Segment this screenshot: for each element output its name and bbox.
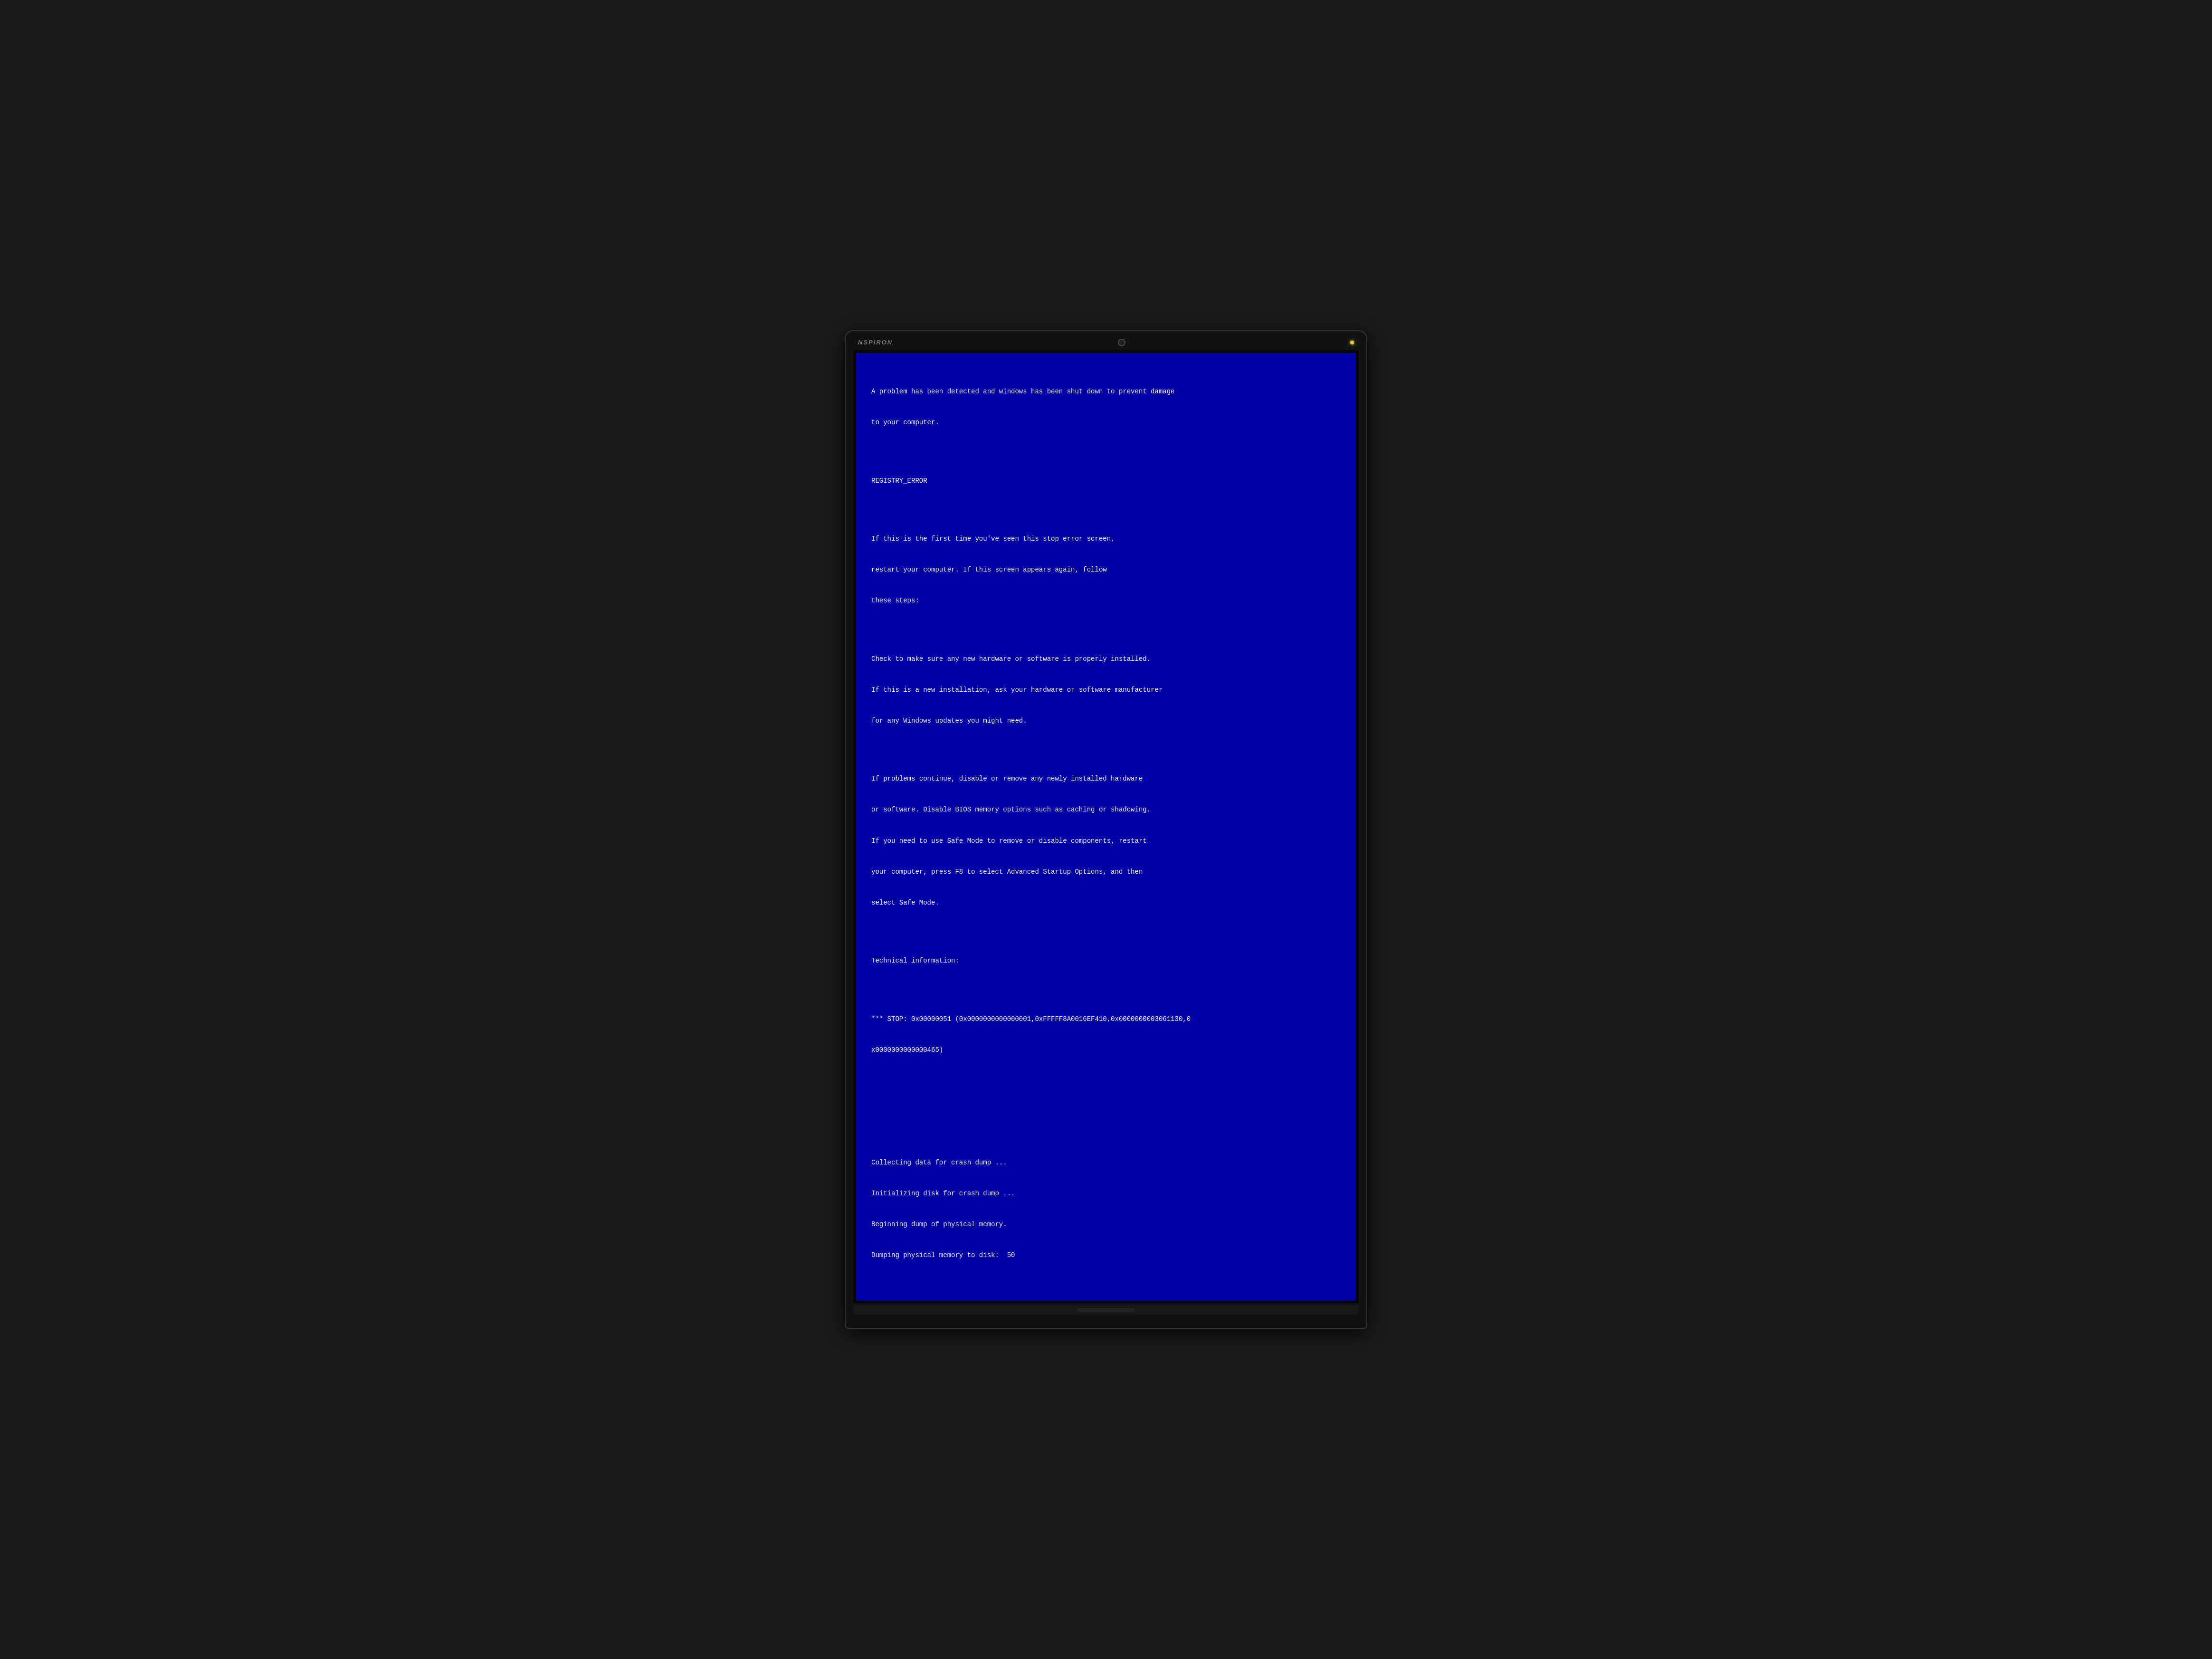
bsod-line-15: or software. Disable BIOS memory options… xyxy=(871,805,1341,815)
bsod-line-28: Initializing disk for crash dump ... xyxy=(871,1189,1341,1199)
bsod-line-1: A problem has been detected and windows … xyxy=(871,387,1341,397)
bsod-screen: A problem has been detected and windows … xyxy=(856,353,1356,1300)
bsod-content: A problem has been detected and windows … xyxy=(871,366,1341,1281)
bsod-line-4: REGISTRY_ERROR xyxy=(871,476,1341,486)
bsod-spacer-4 xyxy=(871,747,1341,753)
bsod-line-20: Technical information: xyxy=(871,956,1341,966)
screen-bezel: A problem has been detected and windows … xyxy=(853,350,1359,1303)
bsod-line-10: Check to make sure any new hardware or s… xyxy=(871,654,1341,665)
laptop-body: NSPIRON A problem has been detected and … xyxy=(845,330,1367,1329)
bsod-spacer-6 xyxy=(871,987,1341,993)
bsod-line-7: restart your computer. If this screen ap… xyxy=(871,565,1341,575)
bsod-line-22: *** STOP: 0x00000051 (0x0000000000000001… xyxy=(871,1014,1341,1025)
bsod-line-8: these steps: xyxy=(871,596,1341,606)
power-indicator-icon xyxy=(1350,341,1354,344)
bsod-line-23: x0000000000000465) xyxy=(871,1045,1341,1056)
bsod-line-27: Collecting data for crash dump ... xyxy=(871,1158,1341,1168)
laptop-top-bar: NSPIRON xyxy=(853,339,1359,346)
bsod-line-14: If problems continue, disable or remove … xyxy=(871,774,1341,784)
bsod-line-2: to your computer. xyxy=(871,418,1341,428)
bsod-line-17: your computer, press F8 to select Advanc… xyxy=(871,867,1341,877)
bsod-spacer-2 xyxy=(871,507,1341,514)
laptop-bottom-edge xyxy=(853,1305,1359,1315)
bsod-line-30: Dumping physical memory to disk: 50 xyxy=(871,1250,1341,1261)
bsod-spacer-7 xyxy=(871,1076,1341,1083)
bsod-line-16: If you need to use Safe Mode to remove o… xyxy=(871,836,1341,847)
laptop-hinge xyxy=(1077,1308,1135,1312)
bsod-spacer-8 xyxy=(871,1103,1341,1110)
bsod-line-6: If this is the first time you've seen th… xyxy=(871,534,1341,544)
bsod-line-12: for any Windows updates you might need. xyxy=(871,716,1341,726)
bsod-spacer-3 xyxy=(871,627,1341,633)
webcam xyxy=(1118,339,1125,346)
bsod-line-11: If this is a new installation, ask your … xyxy=(871,685,1341,696)
bsod-spacer-5 xyxy=(871,929,1341,935)
bsod-spacer-9 xyxy=(871,1130,1341,1137)
bsod-spacer-1 xyxy=(871,448,1341,455)
bsod-line-18: select Safe Mode. xyxy=(871,898,1341,908)
bsod-line-29: Beginning dump of physical memory. xyxy=(871,1220,1341,1230)
laptop-brand-label: NSPIRON xyxy=(858,339,893,346)
